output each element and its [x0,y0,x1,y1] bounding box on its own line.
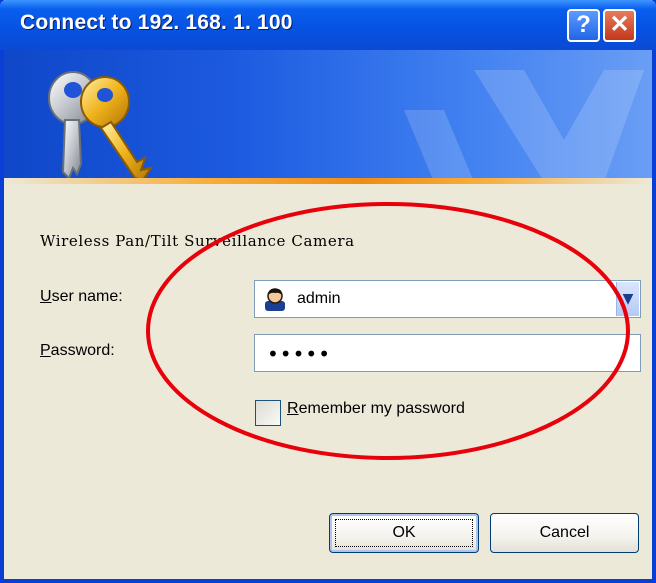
title-bar[interactable]: Connect to 192. 168. 1. 100 ? ✕ [0,0,656,50]
username-label: User name: [40,288,123,305]
banner-accent-line [4,178,652,184]
focus-ring [335,519,473,547]
keys-icon [48,71,154,182]
window-title: Connect to 192. 168. 1. 100 [20,11,293,34]
ok-button[interactable]: OK [329,513,479,553]
close-icon: ✕ [609,11,630,38]
help-button[interactable]: ? [567,9,600,42]
cancel-button[interactable]: Cancel [490,513,639,553]
header-banner [4,50,652,182]
red-highlight-ellipse [146,202,630,460]
password-label: Password: [40,342,115,359]
close-button[interactable]: ✕ [603,9,636,42]
help-icon: ? [576,11,591,38]
cancel-label: Cancel [539,524,590,541]
